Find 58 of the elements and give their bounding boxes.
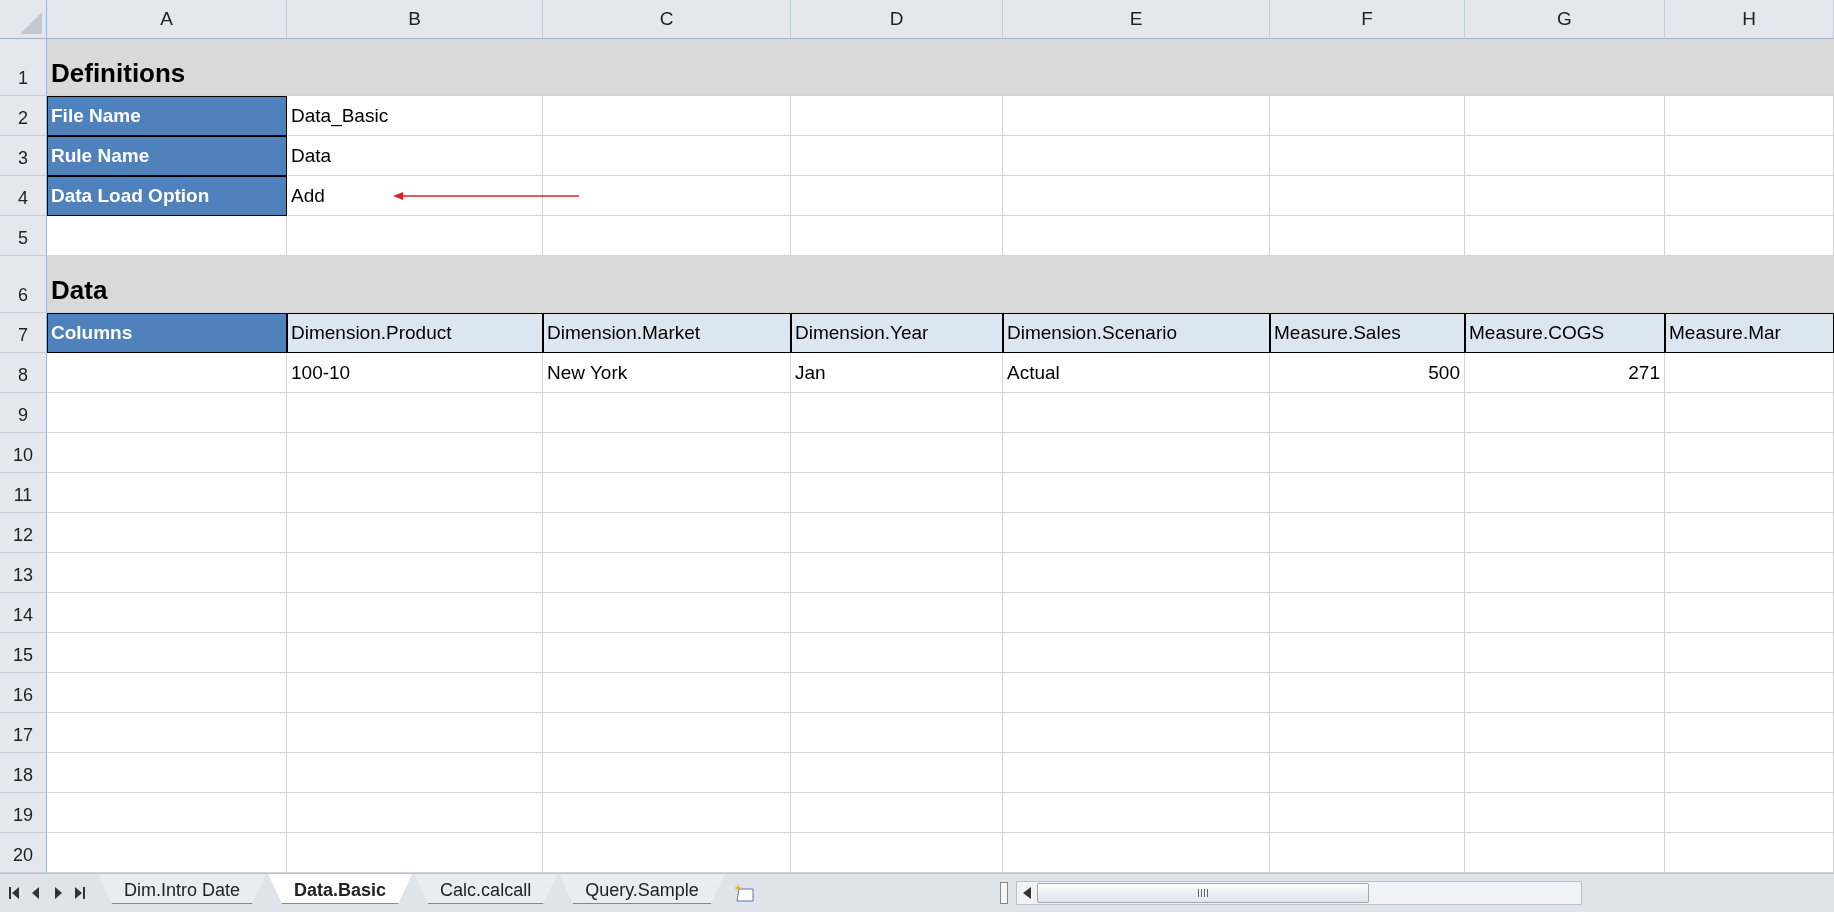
row-header[interactable]: 12: [0, 513, 47, 553]
row-header[interactable]: 8: [0, 353, 47, 393]
column-header[interactable]: B: [287, 0, 543, 39]
table-cell: New York: [543, 353, 791, 393]
column-header[interactable]: E: [1003, 0, 1270, 39]
column-label: Measure.COGS: [1465, 313, 1665, 353]
column-label: Dimension.Scenario: [1003, 313, 1270, 353]
row-header[interactable]: 2: [0, 96, 47, 136]
row-header[interactable]: 19: [0, 793, 47, 833]
row-header[interactable]: 1: [0, 39, 47, 96]
column-label: Dimension.Year: [791, 313, 1003, 353]
row-header[interactable]: 14: [0, 593, 47, 633]
column-header[interactable]: G: [1465, 0, 1665, 39]
table-cell: 500: [1270, 353, 1465, 393]
row-header[interactable]: 10: [0, 433, 47, 473]
row-header[interactable]: 16: [0, 673, 47, 713]
section-title: Data: [47, 256, 1834, 313]
table-cell: Jan: [791, 353, 1003, 393]
sheet-tab[interactable]: Dim.Intro Date: [98, 874, 267, 904]
field-label: File Name: [47, 96, 287, 136]
row-header[interactable]: 3: [0, 136, 47, 176]
sheet-tab[interactable]: Data.Basic: [268, 874, 413, 904]
column-header[interactable]: C: [543, 0, 791, 39]
column-header[interactable]: H: [1665, 0, 1834, 39]
field-label: Rule Name: [47, 136, 287, 176]
row-header[interactable]: 9: [0, 393, 47, 433]
column-header[interactable]: D: [791, 0, 1003, 39]
row-header[interactable]: 6: [0, 256, 47, 313]
column-header[interactable]: F: [1270, 0, 1465, 39]
column-label: Dimension.Market: [543, 313, 791, 353]
sheet-tab[interactable]: Calc.calcall: [414, 874, 558, 904]
table-cell: Add: [287, 176, 543, 216]
column-header[interactable]: A: [47, 0, 287, 39]
table-cell: 271: [1465, 353, 1665, 393]
scroll-thumb[interactable]: [1036, 883, 1369, 903]
field-label: Data Load Option: [47, 176, 287, 216]
row-header[interactable]: 17: [0, 713, 47, 753]
row-header[interactable]: 20: [0, 833, 47, 873]
row-header[interactable]: 7: [0, 313, 47, 353]
row-header[interactable]: 4: [0, 176, 47, 216]
scroll-left-icon[interactable]: [1022, 887, 1031, 899]
split-handle[interactable]: [999, 882, 1008, 904]
row-header[interactable]: 5: [0, 216, 47, 256]
table-cell: Data: [287, 136, 543, 176]
horizontal-scrollbar[interactable]: [1015, 881, 1582, 905]
table-cell: Data_Basic: [287, 96, 543, 136]
field-label: Columns: [47, 313, 287, 353]
section-title: Definitions: [47, 39, 1834, 96]
column-label: Measure.Sales: [1270, 313, 1465, 353]
column-label: Dimension.Product: [287, 313, 543, 353]
column-label: Measure.Mar: [1665, 313, 1834, 353]
table-cell: Actual: [1003, 353, 1270, 393]
row-header[interactable]: 18: [0, 753, 47, 793]
table-cell: 100-10: [287, 353, 543, 393]
row-header[interactable]: 13: [0, 553, 47, 593]
row-header[interactable]: 11: [0, 473, 47, 513]
sheet-tab[interactable]: Query.Sample: [559, 874, 725, 904]
row-header[interactable]: 15: [0, 633, 47, 673]
